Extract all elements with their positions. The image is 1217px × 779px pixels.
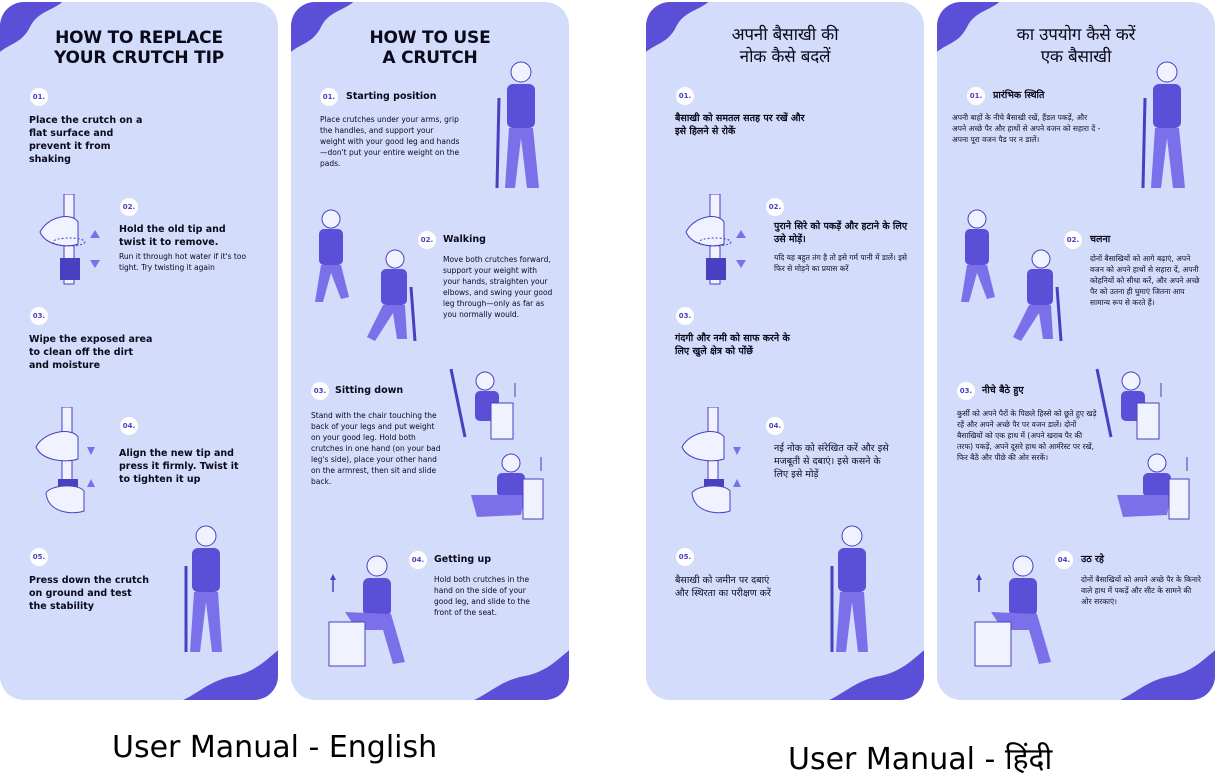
step-description: कुर्सी को अपने पैरों के पिछले हिस्से को … bbox=[957, 409, 1097, 462]
step-heading: Walking bbox=[443, 234, 486, 245]
step-number: 02. bbox=[120, 198, 138, 216]
step-number: 04. bbox=[766, 417, 784, 435]
step-text: नई नोक को संरेखित करें और इसे मजबूती से … bbox=[774, 443, 889, 480]
step-heading: Hold the old tip and twist it to remove. bbox=[119, 224, 226, 248]
person-sitting-down-illustration bbox=[1095, 368, 1190, 520]
step-description: दोनों बैसाखियों को आगे बढ़ाएं, अपने वजन … bbox=[1090, 254, 1200, 307]
step-text: Wipe the exposed area to clean off the d… bbox=[29, 334, 153, 371]
step-number: 04. bbox=[409, 551, 427, 569]
step-number: 05. bbox=[30, 548, 48, 566]
hand-press-tip-illustration bbox=[35, 407, 95, 514]
page-title: HOW TO REPLACE YOUR CRUTCH TIP bbox=[54, 28, 224, 68]
step-text: बैसाखी को जमीन पर दबाएं और स्थिरता का पर… bbox=[675, 575, 771, 599]
step-description: अपनी बाहों के नीचे बैसाखी रखें, हैंडल पक… bbox=[952, 113, 1101, 144]
hand-twist-tip-illustration bbox=[39, 194, 100, 285]
step-number: 01. bbox=[320, 88, 338, 106]
panel-en-tip: HOW TO REPLACE YOUR CRUTCH TIP 01. Place… bbox=[0, 2, 278, 700]
hand-press-tip-illustration bbox=[681, 407, 741, 514]
step-text: Place the crutch on a flat surface and p… bbox=[29, 115, 143, 165]
step-number: 03. bbox=[676, 307, 694, 325]
step-text: Align the new tip and press it firmly. T… bbox=[119, 448, 239, 485]
hand-twist-tip-illustration bbox=[685, 194, 746, 285]
step-number: 03. bbox=[957, 382, 975, 400]
step-number: 01. bbox=[676, 87, 694, 105]
person-walking-illustration bbox=[961, 209, 1063, 342]
step-text: गंदगी और नमी को साफ करने के लिए खुले क्ष… bbox=[675, 333, 790, 357]
caption-english: User Manual - English bbox=[112, 730, 438, 765]
caption-hindi: User Manual - हिंदी bbox=[788, 742, 1053, 777]
person-standing-crutch-illustration bbox=[830, 525, 868, 652]
panel-hi-tip: अपनी बैसाखी की नोक कैसे बदलें 01. बैसाखी… bbox=[646, 2, 924, 700]
person-getting-up-illustration bbox=[328, 555, 405, 667]
page-title: अपनी बैसाखी की नोक कैसे बदलें bbox=[731, 25, 839, 67]
person-walking-illustration bbox=[315, 209, 417, 342]
panel-en-use: HOW TO USE A CRUTCH 01. Starting positio… bbox=[291, 2, 569, 700]
step-description: दोनों बैसाखियों को अपने अच्छे पैर के किन… bbox=[1081, 575, 1201, 606]
step-heading: Sitting down bbox=[335, 385, 404, 396]
step-number: 01. bbox=[30, 88, 48, 106]
step-number: 05. bbox=[676, 548, 694, 566]
step-number: 02. bbox=[418, 231, 436, 249]
step-text: बैसाखी को समतल सतह पर रखें और इसे हिलने … bbox=[675, 113, 805, 137]
step-number: 02. bbox=[766, 198, 784, 216]
step-heading: प्रारंभिक स्थिति bbox=[993, 90, 1045, 101]
step-text: Press down the crutch on ground and test… bbox=[29, 575, 149, 612]
person-starting-position-illustration bbox=[1141, 61, 1185, 189]
step-number: 04. bbox=[120, 417, 138, 435]
step-heading: नीचे बैठे हुए bbox=[982, 385, 1024, 396]
person-getting-up-illustration bbox=[974, 555, 1051, 667]
step-heading: चलना bbox=[1090, 234, 1111, 245]
person-standing-crutch-illustration bbox=[184, 525, 222, 652]
person-sitting-down-illustration bbox=[449, 368, 544, 520]
step-heading: Starting position bbox=[346, 91, 437, 102]
step-number: 03. bbox=[30, 307, 48, 325]
step-description: Place crutches under your arms, grip the… bbox=[320, 115, 460, 168]
step-number: 01. bbox=[967, 87, 985, 105]
step-description: Move both crutches forward, support your… bbox=[443, 255, 553, 319]
step-heading: पुराने सिरे को पकड़ें और हटाने के लिए उस… bbox=[774, 221, 908, 245]
step-description: यदि यह बहुत तंग है तो इसे गर्म पानी में … bbox=[774, 253, 907, 273]
person-starting-position-illustration bbox=[495, 61, 539, 189]
step-number: 02. bbox=[1064, 231, 1082, 249]
corner-wave-decoration bbox=[1119, 650, 1215, 700]
corner-wave-decoration bbox=[473, 650, 569, 700]
step-description: Hold both crutches in the hand on the si… bbox=[434, 575, 530, 617]
step-description: Stand with the chair touching the back o… bbox=[311, 411, 441, 486]
step-number: 03. bbox=[311, 382, 329, 400]
step-heading: उठ रहे bbox=[1081, 554, 1104, 565]
step-description: Run it through hot water if it's too tig… bbox=[119, 252, 247, 272]
panel-hi-use: का उपयोग कैसे करें एक बैसाखी 01. प्रारंभ… bbox=[937, 2, 1215, 700]
step-heading: Getting up bbox=[434, 554, 492, 565]
step-number: 04. bbox=[1055, 551, 1073, 569]
